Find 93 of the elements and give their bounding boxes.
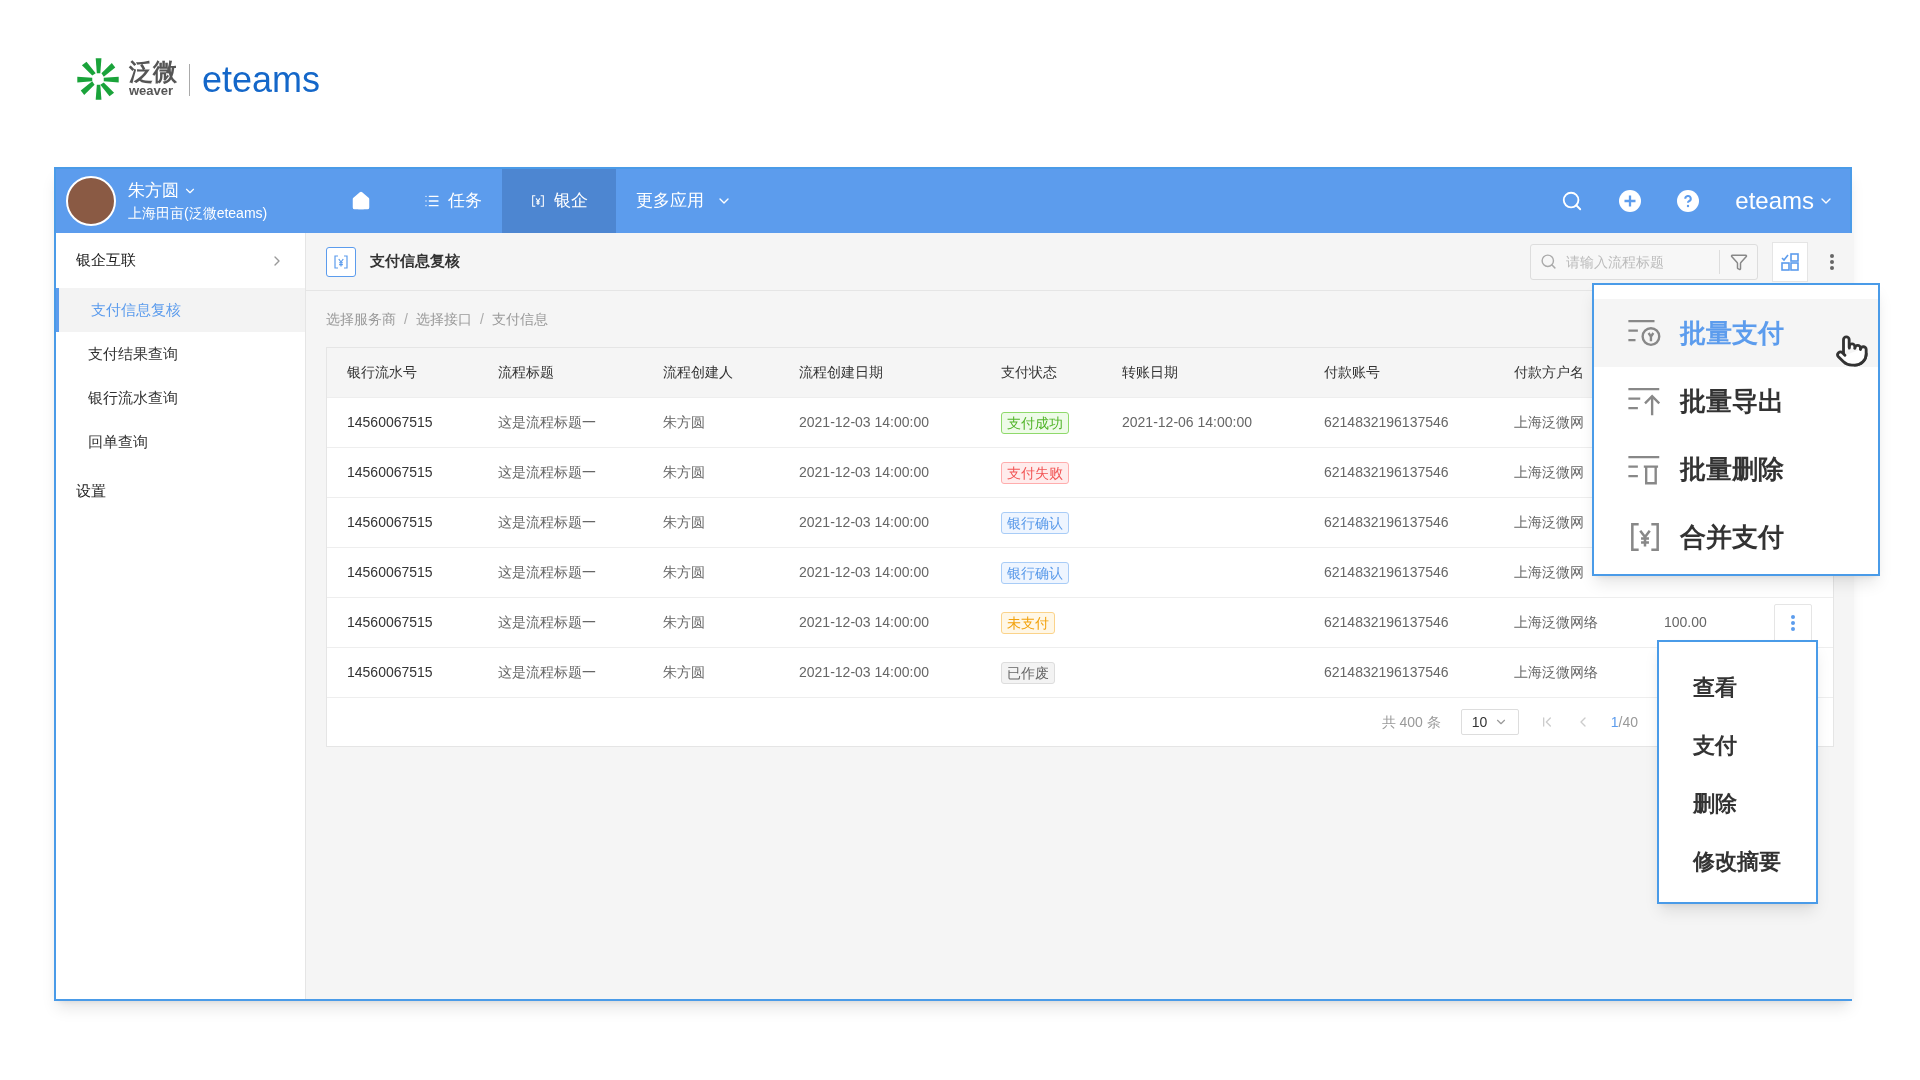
yen-icon — [332, 252, 350, 271]
list-icon — [424, 193, 440, 209]
yen-icon — [530, 193, 546, 209]
table-cell: 2021-12-03 14:00:00 — [799, 614, 929, 630]
table-cell: 这是流程标题一 — [498, 614, 596, 630]
layout-button[interactable] — [1772, 241, 1808, 282]
add-icon[interactable] — [1619, 190, 1642, 212]
table-cell: 100.00 — [1664, 614, 1707, 630]
search-icon[interactable] — [1561, 190, 1584, 212]
menu-item[interactable]: 查看 — [1659, 658, 1816, 716]
logo-subtext: weaver — [129, 84, 174, 97]
table-cell: 上海泛微网 — [1514, 514, 1584, 530]
breadcrumb-separator: / — [404, 309, 408, 329]
column-header: 银行流水号 — [347, 363, 418, 382]
column-header: 付款方户名 — [1514, 363, 1585, 382]
sidebar-group[interactable]: 银企互联 — [56, 233, 305, 288]
status-tag: 已作废 — [1001, 661, 1055, 684]
table-cell: 这是流程标题一 — [498, 564, 596, 580]
table-cell: 14560067515 — [347, 414, 433, 430]
table-cell: 上海泛微网 — [1514, 464, 1584, 480]
status-tag: 支付失败 — [1001, 461, 1069, 484]
status-tag: 银行确认 — [1001, 561, 1069, 584]
hand-cursor-icon — [1835, 334, 1869, 368]
breadcrumb-separator: / — [479, 309, 484, 329]
column-header: 转账日期 — [1122, 363, 1179, 382]
table-cell: 6214832196137546 — [1324, 414, 1449, 430]
nav-tab[interactable]: 银企 — [502, 169, 616, 233]
search-icon — [1540, 252, 1557, 270]
table-cell: 6214832196137546 — [1324, 464, 1449, 480]
table-cell: 2021-12-03 14:00:00 — [799, 664, 929, 680]
logo-text: 泛微 — [129, 60, 177, 84]
sidebar-item[interactable]: 支付结果查询 — [56, 332, 305, 376]
table-cell: 14560067515 — [347, 564, 433, 580]
table-cell: 6214832196137546 — [1324, 614, 1449, 630]
table-cell: 这是流程标题一 — [498, 414, 596, 430]
table-cell: 朱方圆 — [663, 464, 705, 480]
table-cell: 6214832196137546 — [1324, 564, 1449, 580]
more-icon[interactable] — [1830, 253, 1834, 270]
table-cell: 朱方圆 — [663, 414, 705, 430]
search-field[interactable]: 请输入流程标题 — [1530, 243, 1758, 280]
product-logo-text: eteams — [202, 62, 321, 98]
current-page: 1 — [1610, 712, 1619, 732]
table-cell: 朱方圆 — [663, 514, 705, 530]
table-cell: 2021-12-03 14:00:00 — [799, 464, 929, 480]
grid-icon — [1780, 251, 1800, 272]
sidebar-item[interactable]: 银行流水查询 — [56, 376, 305, 420]
table-cell: 6214832196137546 — [1324, 664, 1449, 680]
table-cell: 2021-12-06 14:00:00 — [1122, 414, 1252, 430]
home-icon — [350, 190, 372, 212]
table-cell: 上海泛微网 — [1514, 564, 1584, 580]
total-count: 共 400 条 — [1381, 712, 1441, 732]
help-icon[interactable] — [1677, 190, 1700, 212]
sidebar-group[interactable]: 设置 — [56, 464, 305, 519]
status-tag: 支付成功 — [1001, 411, 1069, 434]
menu-item[interactable]: 合并支付 — [1594, 503, 1878, 571]
page-title: 支付信息复核 — [370, 251, 460, 272]
table-cell: 14560067515 — [347, 614, 433, 630]
logo-icon — [75, 56, 121, 102]
table-cell: 6214832196137546 — [1324, 514, 1449, 530]
menu-item[interactable]: 批量导出 — [1594, 367, 1878, 435]
column-header: 流程创建日期 — [799, 363, 884, 382]
table-cell: 14560067515 — [347, 514, 433, 530]
filter-icon[interactable] — [1730, 252, 1748, 271]
table-cell: 朱方圆 — [663, 664, 705, 680]
status-tag: 未支付 — [1001, 611, 1055, 634]
table-cell: 2021-12-03 14:00:00 — [799, 414, 929, 430]
menu-item[interactable]: 支付 — [1659, 716, 1816, 774]
org-name: 上海田亩(泛微eteams) — [128, 204, 269, 224]
table-cell: 14560067515 — [347, 664, 433, 680]
menu-item[interactable]: 修改摘要 — [1659, 832, 1816, 890]
sidebar-item[interactable]: 回单查询 — [56, 420, 305, 464]
table-cell: 2021-12-03 14:00:00 — [799, 514, 929, 530]
column-header: 付款账号 — [1324, 363, 1381, 382]
status-tag: 银行确认 — [1001, 511, 1069, 534]
menu-item[interactable]: 删除 — [1659, 774, 1816, 832]
table-cell: 上海泛微网络 — [1514, 664, 1598, 680]
table-cell: 这是流程标题一 — [498, 514, 596, 530]
table-cell: 朱方圆 — [663, 614, 705, 630]
table-cell: 朱方圆 — [663, 564, 705, 580]
page-size-select[interactable]: 10 — [1460, 709, 1519, 735]
column-header: 流程标题 — [498, 363, 555, 382]
table-cell: 这是流程标题一 — [498, 464, 596, 480]
column-header: 流程创建人 — [663, 363, 734, 382]
table-cell: 14560067515 — [347, 464, 433, 480]
table-cell: 上海泛微网络 — [1514, 614, 1598, 630]
table-cell: 2021-12-03 14:00:00 — [799, 564, 929, 580]
page-total: /40 — [1618, 712, 1638, 732]
avatar — [66, 176, 116, 226]
menu-item[interactable]: 批量删除 — [1594, 435, 1878, 503]
table-cell: 这是流程标题一 — [498, 664, 596, 680]
column-header: 支付状态 — [1001, 363, 1058, 382]
more-icon — [1791, 614, 1795, 631]
table-cell: 上海泛微网 — [1514, 414, 1584, 430]
